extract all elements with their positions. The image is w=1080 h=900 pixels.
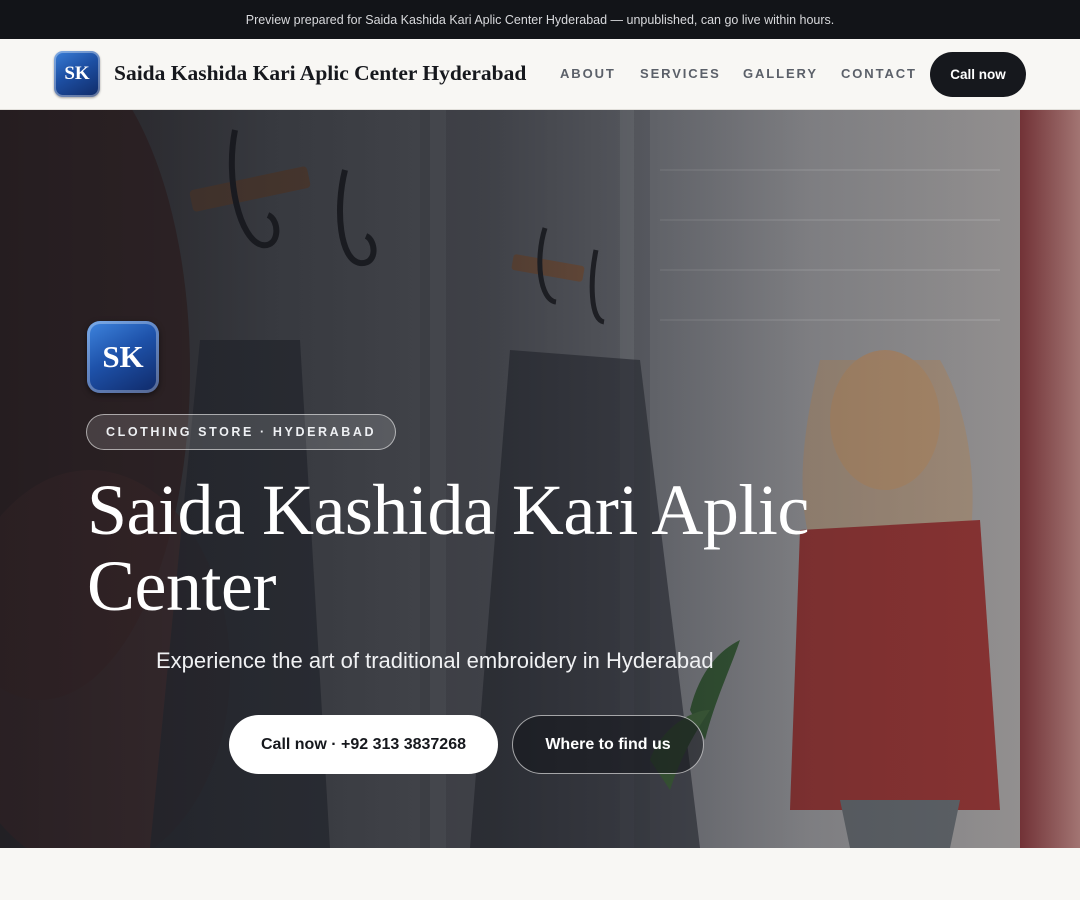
nav-link-services[interactable]: SERVICES — [640, 66, 721, 81]
preview-banner: Preview prepared for Saida Kashida Kari … — [0, 0, 1080, 39]
hero-title: Saida Kashida Kari Aplic Center — [87, 470, 809, 626]
header-call-now-button[interactable]: Call now — [930, 52, 1026, 97]
where-to-find-us-button[interactable]: Where to find us — [512, 715, 704, 774]
brand-logo-text: SK — [64, 63, 90, 84]
nav-link-about[interactable]: ABOUT — [560, 66, 616, 81]
brand-logo[interactable]: SK — [54, 51, 100, 97]
hero-logo-text: SK — [102, 339, 144, 374]
hero-section: SK CLOTHING STORE · HYDERABAD Saida Kash… — [0, 110, 1080, 848]
hero-logo: SK — [87, 321, 159, 393]
category-badge: CLOTHING STORE · HYDERABAD — [86, 414, 397, 450]
hero-call-now-button[interactable]: Call now · +92 313 3837268 — [229, 715, 498, 774]
preview-banner-text: Preview prepared for Saida Kashida Kari … — [245, 12, 835, 27]
brand-name[interactable]: Saida Kashida Kari Aplic Center Hyderaba… — [114, 61, 526, 86]
nav-link-gallery[interactable]: GALLERY — [743, 66, 818, 81]
site-header: SK Saida Kashida Kari Aplic Center Hyder… — [0, 39, 1080, 110]
nav-link-contact[interactable]: CONTACT — [841, 66, 917, 81]
next-section — [0, 848, 1080, 900]
hero-subtitle: Experience the art of traditional embroi… — [156, 648, 714, 673]
